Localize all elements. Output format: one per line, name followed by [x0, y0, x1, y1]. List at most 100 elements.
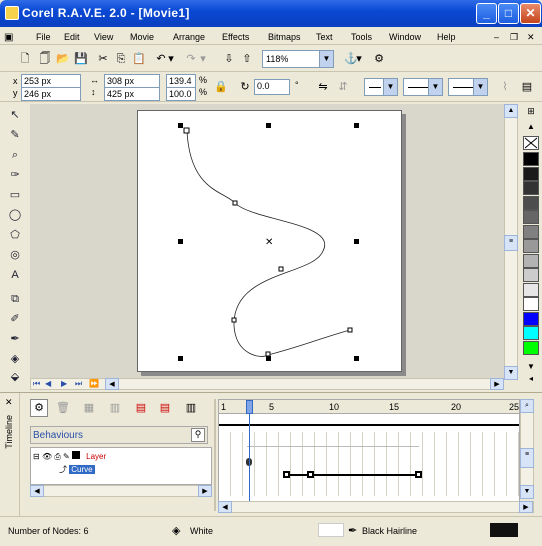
- tree-hscrollbar[interactable]: ◀ ▶: [30, 485, 212, 497]
- color-swatch[interactable]: [523, 297, 539, 311]
- horizontal-scrollbar[interactable]: ⏮ ◀ ▶ ⏭ ⏩ ◀ ▶: [30, 378, 504, 390]
- page[interactable]: ✕: [137, 110, 402, 372]
- node-handle[interactable]: [347, 327, 353, 333]
- scroll-down-icon[interactable]: ▼: [520, 485, 534, 499]
- keyframe-icon[interactable]: ▤: [132, 399, 150, 417]
- zoom-tool-icon[interactable]: ⌕: [6, 146, 24, 164]
- scroll-up-icon[interactable]: ▲: [504, 104, 518, 118]
- selection-handle[interactable]: [266, 356, 271, 361]
- outline-swatch[interactable]: [490, 523, 518, 537]
- doc-close-icon[interactable]: ✕: [527, 32, 535, 43]
- playhead[interactable]: [249, 400, 250, 510]
- tree-expander-icon[interactable]: ⊟: [33, 452, 40, 461]
- doc-restore-icon[interactable]: ❐: [510, 32, 518, 43]
- maximize-button[interactable]: □: [498, 3, 519, 24]
- zoom-select[interactable]: 118% ▼: [262, 50, 334, 68]
- zoom-frames-icon[interactable]: ⌕: [520, 399, 534, 413]
- properties-icon[interactable]: ▤: [518, 78, 536, 96]
- copy-icon[interactable]: ⎘: [112, 50, 130, 68]
- eyedropper-tool-icon[interactable]: ✐: [6, 310, 24, 328]
- scroll-right-icon[interactable]: ▶: [490, 378, 504, 390]
- delete-icon[interactable]: 🗑: [54, 399, 72, 417]
- fill-swatch[interactable]: [318, 523, 344, 537]
- scale-width-field[interactable]: 139.4: [166, 74, 196, 88]
- filter-icon[interactable]: ⚲: [191, 428, 205, 442]
- rotate-icon[interactable]: ↻: [236, 78, 254, 96]
- keyframe-start[interactable]: [283, 471, 290, 478]
- rectangle-tool-icon[interactable]: ▭: [6, 186, 24, 204]
- color-swatch[interactable]: [523, 340, 539, 355]
- page-prev-icon[interactable]: ◀: [45, 379, 51, 388]
- palette-expand-icon[interactable]: ◂: [525, 374, 537, 384]
- curve-label[interactable]: Curve: [69, 465, 95, 474]
- menu-view[interactable]: View: [94, 32, 113, 42]
- launcher-dropdown-icon[interactable]: ▾: [354, 50, 364, 68]
- sync-icon[interactable]: ▥: [182, 399, 200, 417]
- vertical-scrollbar[interactable]: ▲ ≡ ▼: [504, 104, 518, 380]
- node-handle[interactable]: [183, 127, 190, 134]
- scroll-down-icon[interactable]: ▼: [504, 366, 518, 380]
- keyframe-mid[interactable]: [307, 471, 314, 478]
- frame-grid[interactable]: 1 5 10 15 20 25: [218, 399, 520, 511]
- node-handle[interactable]: [265, 351, 271, 357]
- menu-help[interactable]: Help: [437, 32, 456, 42]
- scroll-right-icon[interactable]: ▶: [198, 485, 212, 497]
- convert-to-curves-icon[interactable]: ⌇: [496, 78, 514, 96]
- lock-ratio-icon[interactable]: 🔒: [212, 78, 230, 96]
- selection-handle[interactable]: [354, 123, 359, 128]
- color-swatch[interactable]: [523, 253, 539, 268]
- no-fill-swatch[interactable]: [523, 136, 539, 150]
- edit-icon[interactable]: ✎: [63, 452, 70, 461]
- page-next-icon[interactable]: ⏭: [75, 379, 82, 389]
- end-arrowhead-select[interactable]: ▼: [448, 78, 488, 96]
- menu-tools[interactable]: Tools: [351, 32, 372, 42]
- node-handle[interactable]: [231, 317, 237, 323]
- selection-handle[interactable]: [178, 356, 183, 361]
- width-field[interactable]: 308 px: [104, 74, 160, 88]
- color-swatch[interactable]: [523, 282, 539, 297]
- selection-handle[interactable]: [266, 123, 271, 128]
- doc-minimize-icon[interactable]: –: [494, 32, 499, 42]
- new-icon[interactable]: 🗋: [16, 50, 34, 68]
- tween-icon[interactable]: ▤: [156, 399, 174, 417]
- menu-bitmaps[interactable]: Bitmaps: [268, 32, 301, 42]
- cut-icon[interactable]: ✂: [94, 50, 112, 68]
- color-swatch[interactable]: [523, 166, 539, 181]
- ellipse-tool-icon[interactable]: ◯: [6, 206, 24, 224]
- scroll-left-icon[interactable]: ◀: [30, 485, 44, 497]
- height-field[interactable]: 425 px: [104, 87, 160, 101]
- scroll-left-icon[interactable]: ◀: [218, 501, 232, 513]
- frame-hscrollbar[interactable]: ◀ ▶: [218, 501, 534, 513]
- scroll-thumb[interactable]: ≡: [520, 448, 534, 468]
- color-swatch[interactable]: [523, 239, 539, 253]
- mirror-horizontal-icon[interactable]: ⇋: [314, 78, 332, 96]
- frame-ruler[interactable]: 1 5 10 15 20 25: [219, 400, 519, 414]
- page-first-icon[interactable]: ⏮: [33, 379, 40, 389]
- palette-scroll-up-icon[interactable]: ▲: [525, 122, 537, 132]
- ungroup-icon[interactable]: ▥: [106, 399, 124, 417]
- y-position-field[interactable]: 246 px: [21, 87, 81, 101]
- menu-file[interactable]: File: [36, 32, 51, 42]
- menu-edit[interactable]: Edit: [64, 32, 80, 42]
- menu-arrange[interactable]: Arrange: [173, 32, 205, 42]
- timeline-tab-label[interactable]: Timeline: [4, 415, 14, 449]
- group-icon[interactable]: ▦: [80, 399, 98, 417]
- color-swatch[interactable]: [523, 224, 539, 239]
- mirror-vertical-icon[interactable]: ⇵: [334, 78, 352, 96]
- scroll-left-icon[interactable]: ◀: [105, 378, 119, 390]
- polygon-tool-icon[interactable]: ⬠: [6, 226, 24, 244]
- export-icon[interactable]: ⇧: [238, 50, 256, 68]
- redo-dropdown-icon[interactable]: ▾: [198, 50, 208, 68]
- curve-row[interactable]: ⤴ Curve: [59, 464, 139, 474]
- playhead-handle[interactable]: [246, 400, 253, 414]
- palette-menu-icon[interactable]: ⊞: [523, 106, 539, 118]
- scroll-right-icon[interactable]: ▶: [519, 501, 533, 513]
- start-arrowhead-select[interactable]: ▼: [364, 78, 398, 96]
- color-swatch[interactable]: [523, 210, 539, 224]
- layer-row[interactable]: ⊟ 👁 ⎙ ✎ Layer: [33, 451, 203, 461]
- page-last-icon[interactable]: ⏩: [89, 379, 99, 388]
- color-swatch[interactable]: [523, 181, 539, 195]
- x-position-field[interactable]: 253 px: [21, 74, 81, 88]
- selection-handle[interactable]: [178, 123, 183, 128]
- menu-text[interactable]: Text: [316, 32, 333, 42]
